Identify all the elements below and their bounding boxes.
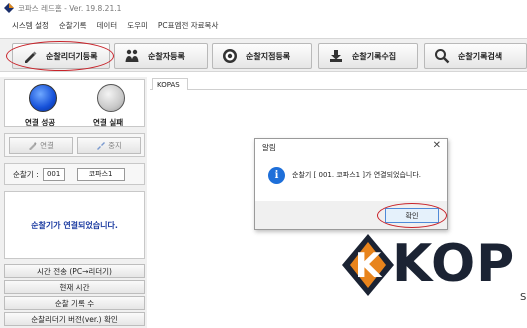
window-title: 코파스 레드홈 - Ver. 19.8.21.1 [18,3,122,13]
stop-button[interactable]: 중지 [77,137,141,154]
search-icon [435,49,450,64]
menu-item-copy[interactable]: PC표엠전 자료복사 [158,20,218,31]
reader-info-row: 순찰기 : 001 코파스1 [4,163,145,185]
logo-diamond-icon: K [342,234,394,296]
reader-register-button[interactable]: 순찰리더기등록 [12,43,110,69]
failed-label: 연결 실패 [93,118,124,127]
reader-name-field: 코파스1 [76,167,125,181]
target-icon [223,49,237,63]
version-check-button[interactable]: 순찰리더기 버전(ver.) 확인 [4,312,145,326]
logo-tail: S [520,292,527,303]
menu-item-help[interactable]: 도우미 [127,20,148,31]
close-icon[interactable]: ✕ [433,140,441,151]
reader-label: 순찰기 : [13,169,39,179]
menu-item-data[interactable]: 데이터 [97,20,118,31]
stop-label: 중지 [108,141,122,150]
record-search-label: 순찰기록검색 [458,51,503,61]
menu-bar: 시스템 설정 순찰기록 데이터 도우미 PC표엠전 자료복사 [0,18,527,32]
plug-icon [29,142,37,150]
failed-lamp-icon [97,84,125,112]
dialog-footer: 확인 [255,201,447,229]
pen-icon [25,51,37,63]
toolbar: 순찰리더기등록 순찰자등록 순찰지점등록 순찰기록수집 순찰기록검색 [0,38,527,72]
record-count-button[interactable]: 순찰 기록 수 [4,296,145,310]
connection-controls: 연결 중지 [4,133,145,157]
ok-button[interactable]: 확인 [385,208,439,223]
current-time-button[interactable]: 현재 시간 [4,280,145,294]
download-icon [330,50,342,62]
status-message: 순찰기가 연결되었습니다. [4,191,145,259]
menu-item-records[interactable]: 순찰기록 [59,20,87,31]
tab-strip: KOPAS [150,78,527,90]
patroller-register-button[interactable]: 순찰자등록 [114,43,208,69]
checkpoint-register-button[interactable]: 순찰지점등록 [212,43,312,69]
info-icon: i [268,167,285,184]
reader-register-label: 순찰리더기등록 [46,51,98,61]
kopas-logo: K KOP S [340,232,527,328]
dialog-message: 순찰기 [ 001. 코파스1 ]가 연결되었습니다. [292,171,422,179]
connect-button[interactable]: 연결 [9,137,73,154]
unplug-icon [97,142,106,150]
connected-label: 연결 성공 [25,118,56,127]
record-collect-label: 순찰기록수집 [352,51,397,61]
people-icon [125,49,139,62]
alert-dialog: 알림 ✕ i 순찰기 [ 001. 코파스1 ]가 연결되었습니다. 확인 [254,138,448,230]
logo-k: K [355,246,383,286]
left-panel: 연결 성공 연결 실패 연결 중지 순찰기 : 001 코파스1 순찰기가 연결… [0,77,147,328]
dialog-title: 알림 [262,143,276,152]
menu-item-system[interactable]: 시스템 설정 [12,20,49,31]
reader-id-field: 001 [42,167,65,181]
logo-word: KOP [392,234,516,294]
record-search-button[interactable]: 순찰기록검색 [424,43,527,69]
checkpoint-register-label: 순찰지점등록 [246,51,291,61]
tab-kopas[interactable]: KOPAS [152,78,188,90]
title-bar: 코파스 레드홈 - Ver. 19.8.21.1 [0,0,527,16]
patroller-register-label: 순찰자등록 [148,51,185,61]
connect-label: 연결 [40,141,54,150]
connection-status-box: 연결 성공 연결 실패 [4,79,145,127]
send-time-button[interactable]: 시간 전송 (PC→리더기) [4,264,145,278]
dialog-body: i 순찰기 [ 001. 코파스1 ]가 연결되었습니다. [255,153,447,201]
record-collect-button[interactable]: 순찰기록수집 [318,43,418,69]
app-icon [4,3,14,13]
connected-lamp-icon [29,84,57,112]
